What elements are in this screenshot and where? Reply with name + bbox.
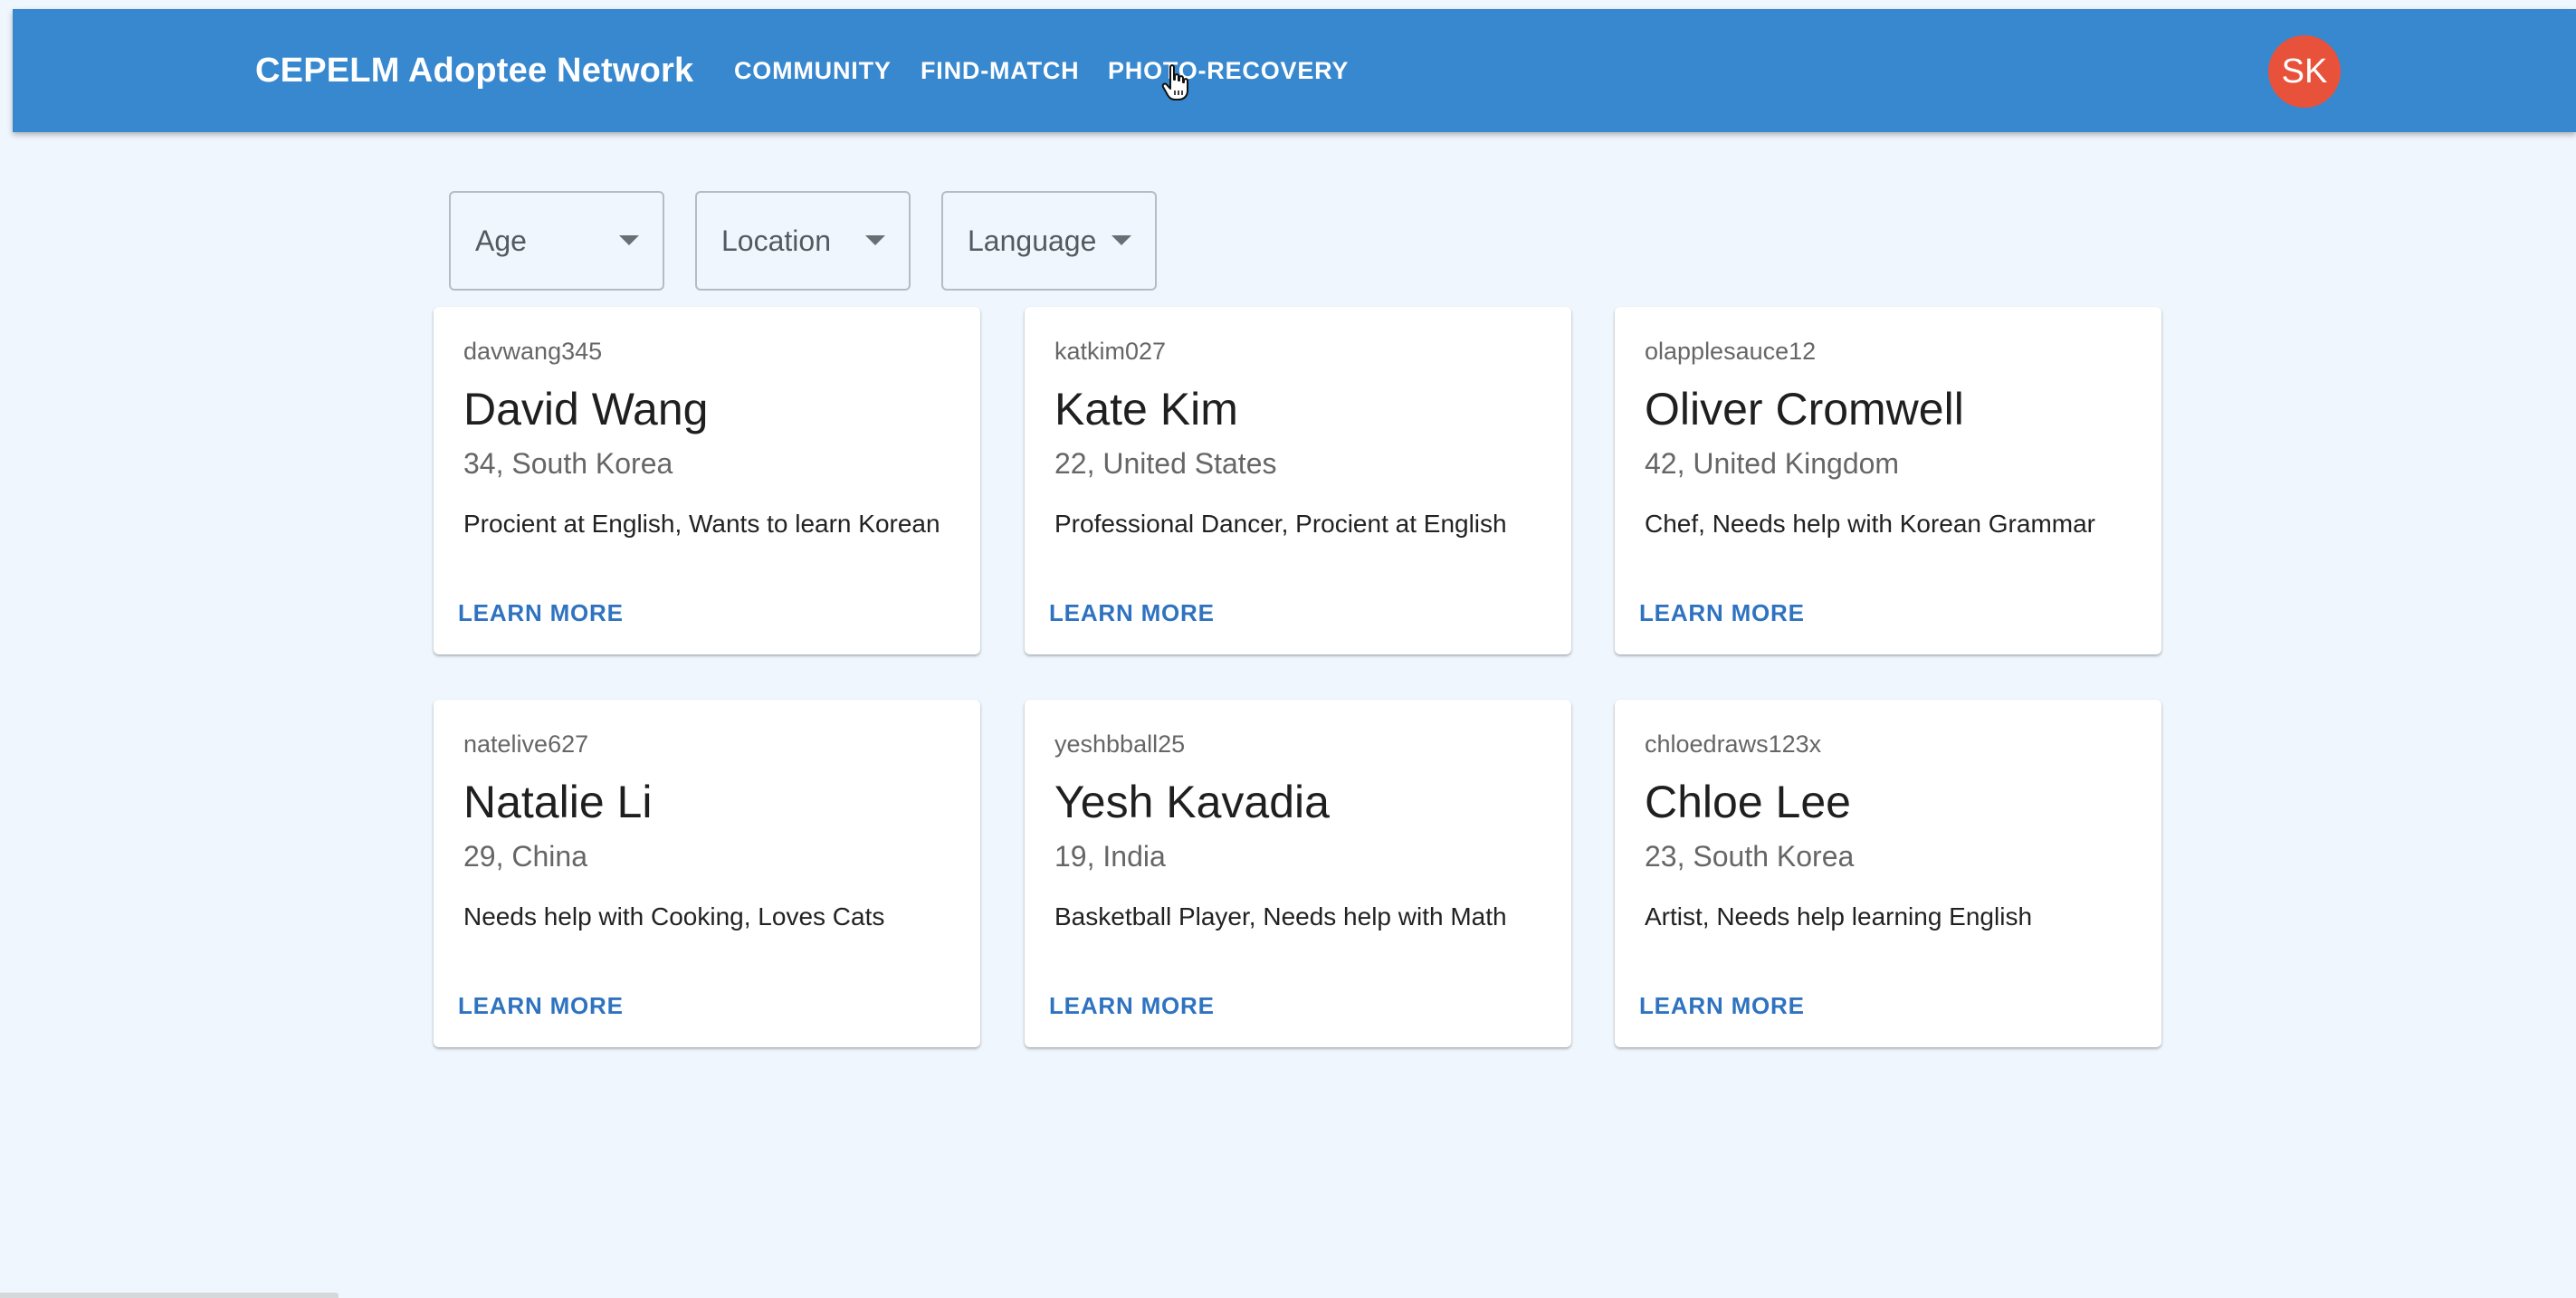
profile-card: davwang345 David Wang 34, South Korea Pr…: [434, 307, 980, 654]
card-description: Needs help with Cooking, Loves Cats: [463, 902, 885, 931]
profile-card: natelive627 Natalie Li 29, China Needs h…: [434, 700, 980, 1047]
learn-more-button[interactable]: LEARN MORE: [1049, 992, 1215, 1020]
caret-down-icon: [865, 235, 885, 245]
card-username: davwang345: [463, 338, 603, 365]
card-age-location: 23, South Korea: [1645, 840, 1855, 873]
learn-more-button[interactable]: LEARN MORE: [1639, 992, 1805, 1020]
language-filter-select[interactable]: Language: [941, 191, 1157, 291]
card-description: Professional Dancer, Procient at English: [1054, 510, 1507, 538]
profile-card: chloedraws123x Chloe Lee 23, South Korea…: [1615, 700, 2161, 1047]
app-bar: CEPELM Adoptee Network COMMUNITY FIND-MA…: [13, 9, 2576, 132]
card-age-location: 22, United States: [1054, 447, 1277, 480]
brand-title[interactable]: CEPELM Adoptee Network: [255, 9, 693, 132]
profile-card: olapplesauce12 Oliver Cromwell 42, Unite…: [1615, 307, 2161, 654]
card-username: chloedraws123x: [1645, 730, 1822, 758]
card-age-location: 34, South Korea: [463, 447, 673, 480]
card-username: yeshbball25: [1054, 730, 1186, 758]
location-filter-select[interactable]: Location: [695, 191, 911, 291]
card-username: katkim027: [1054, 338, 1167, 365]
learn-more-button[interactable]: LEARN MORE: [458, 992, 624, 1020]
card-age-location: 29, China: [463, 840, 587, 873]
learn-more-button[interactable]: LEARN MORE: [458, 599, 624, 627]
card-name: Kate Kim: [1054, 384, 1238, 434]
card-name: Natalie Li: [463, 777, 653, 827]
caret-down-icon: [619, 235, 639, 245]
horizontal-scrollbar[interactable]: [0, 1293, 339, 1298]
card-description: Procient at English, Wants to learn Kore…: [463, 510, 940, 538]
caret-down-icon: [1111, 235, 1131, 245]
user-avatar[interactable]: SK: [2268, 35, 2341, 108]
card-name: Chloe Lee: [1645, 777, 1851, 827]
age-filter-select[interactable]: Age: [449, 191, 664, 291]
card-description: Chef, Needs help with Korean Grammar: [1645, 510, 2095, 538]
learn-more-button[interactable]: LEARN MORE: [1639, 599, 1805, 627]
filter-label: Location: [721, 224, 831, 257]
card-username: olapplesauce12: [1645, 338, 1817, 365]
card-name: Oliver Cromwell: [1645, 384, 1964, 434]
profile-card: katkim027 Kate Kim 22, United States Pro…: [1025, 307, 1571, 654]
card-username: natelive627: [463, 730, 589, 758]
nav-photo-recovery[interactable]: PHOTO-RECOVERY: [1108, 9, 1349, 132]
card-age-location: 42, United Kingdom: [1645, 447, 1900, 480]
card-description: Artist, Needs help learning English: [1645, 902, 2033, 931]
profile-card: yeshbball25 Yesh Kavadia 19, India Baske…: [1025, 700, 1571, 1047]
filter-label: Language: [968, 224, 1097, 257]
card-name: David Wang: [463, 384, 709, 434]
card-age-location: 19, India: [1054, 840, 1166, 873]
filter-label: Age: [475, 224, 527, 257]
nav-community[interactable]: COMMUNITY: [734, 9, 892, 132]
hand-cursor-icon: [1161, 64, 1188, 100]
card-description: Basketball Player, Needs help with Math: [1054, 902, 1507, 931]
learn-more-button[interactable]: LEARN MORE: [1049, 599, 1215, 627]
card-name: Yesh Kavadia: [1054, 777, 1330, 827]
nav-find-match[interactable]: FIND-MATCH: [921, 9, 1079, 132]
